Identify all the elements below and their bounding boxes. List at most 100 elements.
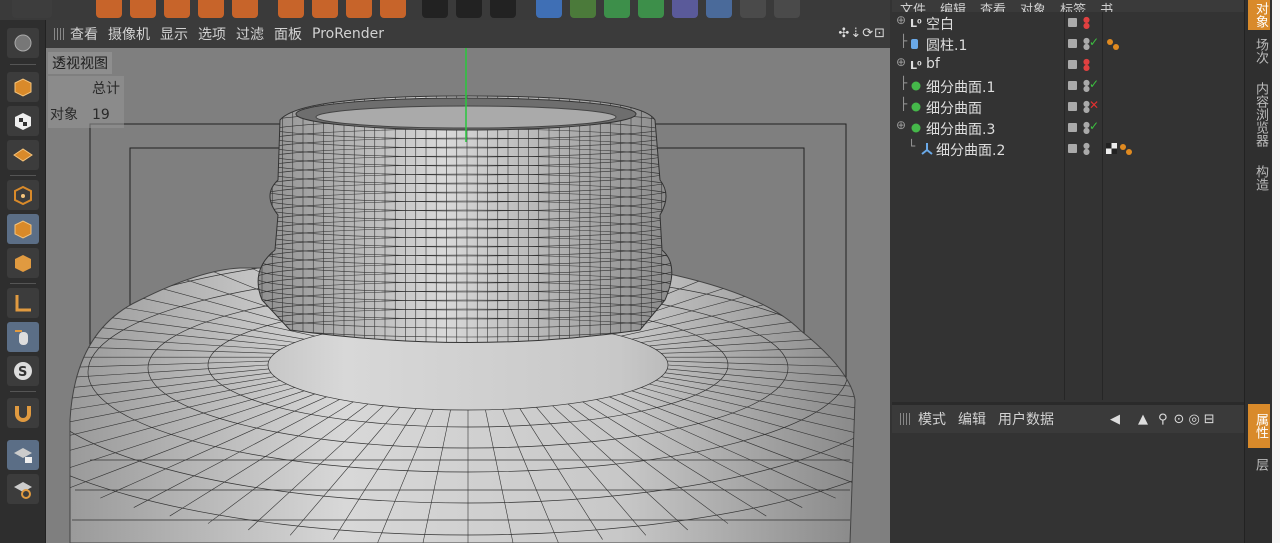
planar-workplane-icon[interactable] [7, 474, 39, 504]
side-tab-strip: 对象 场次 内容浏览器 构造 属性 层 [1244, 0, 1272, 543]
workplane-mode-icon[interactable] [7, 140, 39, 170]
rotate-tool-icon[interactable] [198, 0, 224, 18]
tags-icon[interactable] [1106, 142, 1136, 156]
y-axis-icon[interactable] [312, 0, 338, 18]
texture-mode-icon[interactable] [7, 106, 39, 136]
menu-view[interactable]: 查看 [70, 24, 98, 44]
panel-grip-icon[interactable] [900, 413, 910, 425]
lock-icon[interactable]: ⊙ [1174, 412, 1185, 427]
subdivision-surface-icon[interactable] [604, 0, 630, 18]
visibility-dots-icon[interactable]: ● ● [1083, 37, 1090, 51]
viewport-navigation-icons[interactable]: ✣⇣⟳⊡ [838, 26, 886, 41]
select-tool-icon[interactable] [96, 0, 122, 18]
object-row[interactable]: ⊕ 细分曲面.3 ● ● ✓ [892, 118, 1244, 139]
attr-menu-edit[interactable]: 编辑 [958, 409, 986, 429]
menu-panel[interactable]: 面板 [274, 24, 302, 44]
axis-mode-icon[interactable] [7, 288, 39, 318]
render-settings-icon[interactable] [490, 0, 516, 18]
object-row[interactable]: ├ 细分曲面 ● ● ✕ [892, 97, 1244, 118]
object-name: 细分曲面.1 [926, 80, 996, 96]
attr-menu-userdata[interactable]: 用户数据 [998, 409, 1054, 429]
points-mode-icon[interactable] [7, 180, 39, 210]
menu-prorender[interactable]: ProRender [312, 26, 384, 42]
perspective-viewport[interactable]: 查看 摄像机 显示 选项 过滤 面板 ProRender ✣⇣⟳⊡ 透视视图 总… [46, 20, 890, 543]
visibility-dots-icon[interactable]: ● ● [1083, 79, 1090, 93]
model-mode-icon[interactable] [7, 72, 39, 102]
menu-filter[interactable]: 过滤 [236, 24, 264, 44]
recent-tool-icon[interactable] [232, 0, 258, 18]
menu-cameras[interactable]: 摄像机 [108, 24, 150, 44]
target-icon[interactable]: ◎ [1188, 412, 1199, 427]
attr-menu-mode[interactable]: 模式 [918, 409, 946, 429]
render-view-icon[interactable] [422, 0, 448, 18]
tab-objects[interactable]: 对象 [1248, 0, 1270, 30]
object-row[interactable]: ⊕ L⁰ bf ● ● [892, 55, 1244, 76]
visibility-dots-icon[interactable]: ● ● [1083, 58, 1090, 72]
x-axis-icon[interactable] [278, 0, 304, 18]
floor-icon[interactable] [706, 0, 732, 18]
coordinate-system-icon[interactable] [380, 0, 406, 18]
object-manager-menubar: 文件 编辑 查看 对象 标签 书 [892, 0, 1244, 12]
material-tag-icon[interactable] [1106, 37, 1120, 51]
visibility-dots-icon[interactable]: ● ● [1083, 142, 1090, 156]
tab-layers[interactable]: 层 [1248, 452, 1270, 476]
new-panel-icon[interactable]: ⊟ [1204, 412, 1215, 427]
om-menu-view[interactable]: 查看 [980, 0, 1006, 12]
layer-icon[interactable] [1068, 123, 1077, 132]
viewport-3d-render[interactable] [46, 48, 890, 543]
object-manager: 文件 编辑 查看 对象 标签 书 ⊕ L⁰ 空白 ● ● ├ 圆柱.1 ● ● ✓ … [892, 0, 1244, 400]
tab-attributes[interactable]: 属性 [1248, 404, 1270, 448]
enabled-check-icon[interactable]: ✓ [1089, 35, 1099, 49]
viewport-stats-hud: 总计 对象 19 [48, 76, 124, 128]
render-picture-viewer-icon[interactable] [456, 0, 482, 18]
edges-mode-icon[interactable] [7, 214, 39, 244]
object-row[interactable]: ⊕ L⁰ 空白 ● ● [892, 13, 1244, 34]
enabled-check-icon[interactable]: ✓ [1089, 77, 1099, 91]
om-menu-file[interactable]: 文件 [900, 0, 926, 12]
deformer-icon[interactable] [672, 0, 698, 18]
undo-icon[interactable] [12, 0, 52, 18]
object-row[interactable]: ├ 细分曲面.1 ● ● ✓ [892, 76, 1244, 97]
back-arrow-icon[interactable]: ◀ [1110, 412, 1120, 427]
lock-workplane-icon[interactable] [7, 440, 39, 470]
layer-icon[interactable] [1068, 18, 1077, 27]
om-menu-objects[interactable]: 对象 [1020, 0, 1046, 12]
scale-tool-icon[interactable] [164, 0, 190, 18]
snap-icon[interactable]: S [7, 356, 39, 386]
light-icon[interactable] [774, 0, 800, 18]
array-icon[interactable] [638, 0, 664, 18]
om-menu-bookmarks[interactable]: 书 [1100, 0, 1113, 12]
cube-icon[interactable] [536, 0, 562, 18]
layer-icon[interactable] [1068, 60, 1077, 69]
layer-icon[interactable] [1068, 144, 1077, 153]
visibility-dots-icon[interactable]: ● ● [1083, 121, 1090, 135]
layer-icon[interactable] [1068, 39, 1077, 48]
make-editable-icon[interactable] [7, 28, 39, 58]
magnet-icon[interactable] [7, 398, 39, 428]
up-arrow-icon[interactable]: ▲ [1138, 412, 1148, 427]
enabled-check-icon[interactable]: ✓ [1089, 119, 1099, 133]
camera-icon[interactable] [740, 0, 766, 18]
object-row[interactable]: └ 细分曲面.2 ● ● [892, 139, 1244, 160]
om-menu-tags[interactable]: 标签 [1060, 0, 1086, 12]
layer-icon[interactable] [1068, 102, 1077, 111]
tweak-mode-icon[interactable] [7, 322, 39, 352]
spline-pen-icon[interactable] [570, 0, 596, 18]
visibility-dots-icon[interactable]: ● ● [1083, 100, 1090, 114]
layer-icon[interactable] [1068, 81, 1077, 90]
om-menu-edit[interactable]: 编辑 [940, 0, 966, 12]
visibility-dots-icon[interactable]: ● ● [1083, 16, 1090, 30]
move-tool-icon[interactable] [130, 0, 156, 18]
tab-takes[interactable]: 场次 [1248, 34, 1270, 68]
search-icon[interactable]: ⚲ [1158, 412, 1168, 427]
tab-structure[interactable]: 构造 [1248, 160, 1270, 196]
tab-content-browser[interactable]: 内容浏览器 [1248, 74, 1270, 154]
menu-options[interactable]: 选项 [198, 24, 226, 44]
menu-display[interactable]: 显示 [160, 24, 188, 44]
object-row[interactable]: ├ 圆柱.1 ● ● ✓ [892, 34, 1244, 55]
left-tool-palette: S [0, 20, 46, 543]
disabled-x-icon[interactable]: ✕ [1089, 98, 1099, 112]
panel-grip-icon[interactable] [54, 28, 64, 40]
z-axis-icon[interactable] [346, 0, 372, 18]
polygons-mode-icon[interactable] [7, 248, 39, 278]
